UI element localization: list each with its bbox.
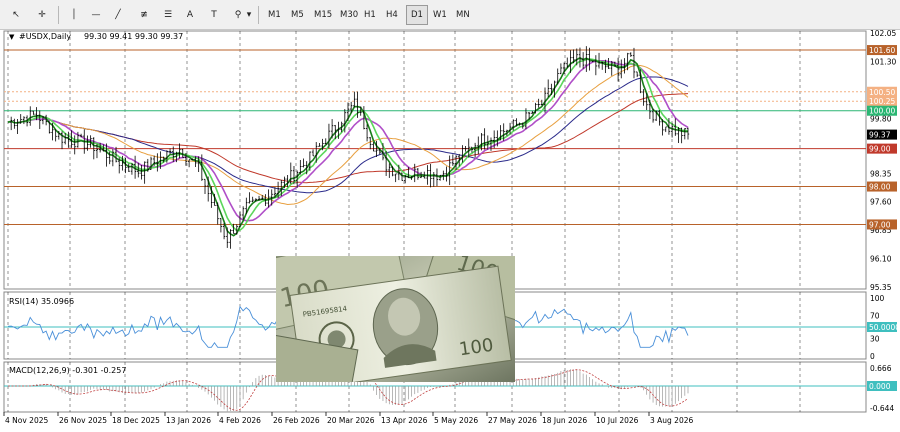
price-tag: 97.00 — [869, 220, 891, 229]
macd-level-tag: 0.000 — [869, 382, 891, 391]
macd-tick: -0.644 — [870, 404, 894, 413]
price-tick: 95.35 — [870, 283, 892, 292]
horizontal-line-icon[interactable]: — — [86, 5, 106, 25]
rsi-level-tag: 50.0000 — [869, 323, 900, 332]
horizontal-levels — [4, 49, 866, 225]
time-label: 20 Mar 2026 — [327, 416, 375, 425]
timeframe-m5[interactable]: M5 — [287, 5, 308, 25]
trendline-icon[interactable]: ╱ — [108, 5, 128, 25]
macd-label: MACD(12,26,9) -0.301 -0.257 — [9, 366, 126, 375]
price-tick: 97.60 — [870, 198, 892, 207]
text-icon[interactable]: A — [180, 5, 200, 25]
price-tag: 100.00 — [869, 107, 895, 116]
timeframe-mn[interactable]: MN — [452, 5, 474, 25]
crosshair-icon[interactable]: ✛ — [32, 5, 52, 25]
timeframe-h1[interactable]: H1 — [360, 5, 380, 25]
price-tick: 98.35 — [870, 169, 892, 178]
time-label: 10 Jul 2026 — [596, 416, 639, 425]
time-label: 26 Nov 2025 — [59, 416, 107, 425]
time-label: 13 Apr 2026 — [381, 416, 428, 425]
rsi-tick: 100 — [870, 294, 885, 303]
ema-fast-line — [7, 58, 689, 232]
chart-toolbar: ↖ ✛ │ — ╱ ≢ ☰ A T ⚲ ▾ M1 M5 M15 M30 H1 H… — [0, 0, 900, 30]
rsi-label: RSI(14) 35.0966 — [9, 297, 74, 306]
time-label: 4 Feb 2026 — [219, 416, 261, 425]
chart-area[interactable]: 102.05101.30100.5099.8098.3597.6096.8596… — [0, 29, 900, 432]
rsi-tick: 0 — [870, 352, 875, 361]
timeframe-m1[interactable]: M1 — [264, 5, 285, 25]
ma-50-line — [7, 64, 689, 206]
price-tick: 101.30 — [870, 57, 896, 66]
fibonacci-icon[interactable]: ☰ — [158, 5, 178, 25]
timeframe-h4[interactable]: H4 — [382, 5, 402, 25]
macd-tick: 0.666 — [870, 364, 892, 373]
price-tag: 99.00 — [869, 145, 891, 154]
cursor-icon[interactable]: ↖ — [6, 5, 26, 25]
ma-21-line — [7, 59, 689, 222]
moving-averages — [7, 56, 689, 237]
dollar-bills-photo: 100 100 PB51695814 100 100 — [276, 256, 515, 382]
time-axis: 4 Nov 2025 26 Nov 2025 18 Dec 2025 13 Jan 2… — [3, 412, 693, 425]
price-tag: 98.00 — [869, 183, 891, 192]
text-label-icon[interactable]: T — [204, 5, 224, 25]
chart-ohlc: 99.30 99.41 99.30 99.37 — [84, 32, 183, 41]
timeframe-d1[interactable]: D1 — [406, 5, 428, 25]
price-tag: 100.50 — [869, 88, 895, 97]
price-tick: 96.10 — [870, 255, 892, 264]
equidistant-channel-icon[interactable]: ≢ — [134, 5, 154, 25]
vertical-line-icon[interactable]: │ — [64, 5, 84, 25]
price-tag: 100.25 — [869, 97, 895, 106]
price-tick: 102.05 — [870, 30, 896, 38]
chart-symbol: #USDX,Daily — [19, 32, 71, 41]
rsi-tick: 70 — [870, 311, 880, 320]
time-label: 18 Jun 2026 — [542, 416, 587, 425]
timeframe-w1[interactable]: W1 — [429, 5, 451, 25]
toolbar-separator — [58, 6, 59, 24]
time-label: 26 Feb 2026 — [273, 416, 320, 425]
price-tag: 101.60 — [869, 46, 895, 55]
rsi-tick: 30 — [870, 335, 880, 344]
price-tag: 99.37 — [869, 131, 891, 140]
time-label: 4 Nov 2025 — [5, 416, 48, 425]
time-label: 27 May 2026 — [488, 416, 537, 425]
chevron-down-icon[interactable]: ▾ — [244, 5, 254, 25]
time-label: 3 Aug 2026 — [650, 416, 693, 425]
time-label: 13 Jan 2026 — [166, 416, 211, 425]
collapse-arrow-icon[interactable]: ▼ — [9, 33, 15, 41]
timeframe-m30[interactable]: M30 — [336, 5, 362, 25]
toolbar-separator — [258, 6, 259, 24]
time-label: 18 Dec 2025 — [112, 416, 160, 425]
timeframe-m15[interactable]: M15 — [310, 5, 336, 25]
time-label: 5 May 2026 — [434, 416, 478, 425]
